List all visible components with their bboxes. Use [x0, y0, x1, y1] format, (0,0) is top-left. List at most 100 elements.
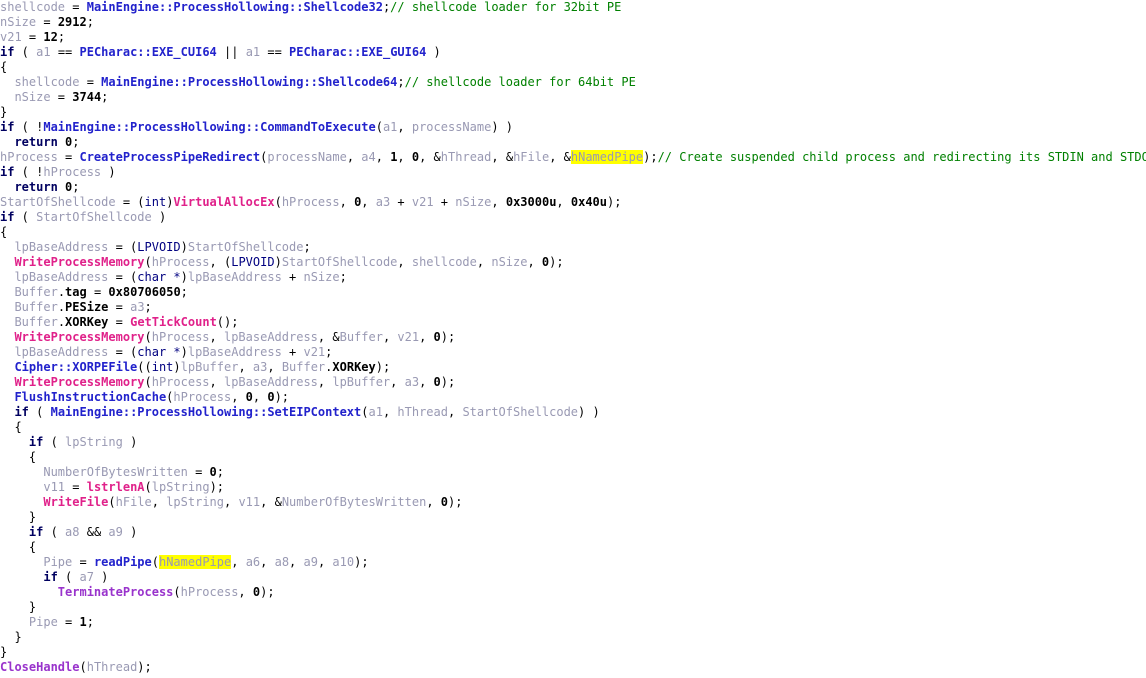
code-token: (	[108, 495, 116, 509]
code-line[interactable]: TerminateProcess(hProcess, 0);	[0, 585, 1146, 600]
code-line[interactable]: lpBaseAddress = (char *)lpBaseAddress + …	[0, 270, 1146, 285]
code-line[interactable]: WriteProcessMemory(hProcess, lpBaseAddre…	[0, 375, 1146, 390]
code-line[interactable]: if ( a7 )	[0, 570, 1146, 585]
code-token: hProcess	[151, 330, 210, 344]
code-token: )	[151, 210, 167, 224]
highlighted-token[interactable]: hNamedPipe	[570, 150, 644, 164]
code-line[interactable]: {	[0, 420, 1146, 435]
code-token: )	[180, 270, 188, 284]
code-line[interactable]: {	[0, 450, 1146, 465]
code-line[interactable]: if ( a1 == PECharac::EXE_CUI64 || a1 == …	[0, 45, 1146, 60]
code-token: {	[0, 450, 37, 464]
code-token: WriteFile	[43, 495, 109, 509]
code-token: a1	[36, 45, 51, 59]
code-line[interactable]: Cipher::XORPEFile((int)lpBuffer, a3, Buf…	[0, 360, 1146, 375]
code-token: hProcess	[151, 375, 210, 389]
code-token: ,	[390, 375, 405, 389]
code-line[interactable]: WriteFile(hFile, lpString, v11, &NumberO…	[0, 495, 1146, 510]
code-line[interactable]: WriteProcessMemory(hProcess, lpBaseAddre…	[0, 330, 1146, 345]
code-token: if	[28, 435, 44, 449]
code-token: ,	[361, 195, 376, 209]
code-token: hThread	[440, 150, 492, 164]
code-token: (	[274, 195, 282, 209]
code-line[interactable]: NumberOfBytesWritten = 0;	[0, 465, 1146, 480]
code-line[interactable]: shellcode = MainEngine::ProcessHollowing…	[0, 0, 1146, 15]
code-line[interactable]: }	[0, 105, 1146, 120]
code-token: .	[57, 285, 66, 299]
code-line[interactable]: {	[0, 60, 1146, 75]
code-line[interactable]: v11 = lstrlenA(lpString);	[0, 480, 1146, 495]
code-token: ();	[216, 315, 239, 329]
code-line[interactable]: return 0;	[0, 180, 1146, 195]
code-line[interactable]: hProcess = CreateProcessPipeRedirect(pro…	[0, 150, 1146, 165]
code-token: PECharac::EXE_GUI64	[289, 45, 427, 59]
code-token: ,	[426, 495, 441, 509]
code-token: =	[86, 285, 109, 299]
code-token: 0	[209, 465, 217, 479]
code-token: ) )	[491, 120, 514, 134]
highlighted-token[interactable]: hNamedPipe	[158, 555, 232, 569]
code-token: =	[57, 615, 80, 629]
code-token: VirtualAllocEx	[173, 195, 275, 209]
code-line[interactable]: if ( StartOfShellcode )	[0, 210, 1146, 225]
code-line[interactable]: shellcode = MainEngine::ProcessHollowing…	[0, 75, 1146, 90]
code-line[interactable]: FlushInstructionCache(hProcess, 0, 0);	[0, 390, 1146, 405]
code-token: ;	[144, 300, 152, 314]
code-token: (	[151, 555, 159, 569]
code-token: }	[0, 645, 8, 659]
code-token: );	[375, 360, 391, 374]
code-line[interactable]: }	[0, 600, 1146, 615]
code-token: Buffer	[339, 330, 383, 344]
code-line[interactable]: if ( a8 && a9 )	[0, 525, 1146, 540]
code-line[interactable]: Buffer.XORKey = GetTickCount();	[0, 315, 1146, 330]
code-line[interactable]: {	[0, 540, 1146, 555]
code-line[interactable]: Pipe = 1;	[0, 615, 1146, 630]
code-token: =	[108, 315, 131, 329]
code-token: 1	[79, 615, 87, 629]
code-token: (	[57, 570, 80, 584]
code-line[interactable]: if ( MainEngine::ProcessHollowing::SetEI…	[0, 405, 1146, 420]
code-line[interactable]: }	[0, 630, 1146, 645]
code-line[interactable]: }	[0, 645, 1146, 660]
code-token: ,	[382, 405, 398, 419]
code-token: ,	[447, 405, 463, 419]
code-line[interactable]: StartOfShellcode = (int)VirtualAllocEx(h…	[0, 195, 1146, 210]
code-line[interactable]: if ( lpString )	[0, 435, 1146, 450]
code-token: MainEngine::ProcessHollowing::Shellcode6…	[101, 75, 398, 89]
code-line[interactable]: CloseHandle(hThread);	[0, 660, 1146, 675]
code-token: // Create suspended child process and re…	[657, 150, 1146, 164]
pseudocode-view[interactable]: shellcode = MainEngine::ProcessHollowing…	[0, 0, 1146, 678]
code-token: (	[28, 405, 51, 419]
code-token: nSize	[491, 255, 528, 269]
code-token: );	[260, 585, 275, 599]
code-token: );	[137, 660, 152, 674]
code-line[interactable]: Buffer.tag = 0x80706050;	[0, 285, 1146, 300]
code-line[interactable]: WriteProcessMemory(hProcess, (LPVOID)Sta…	[0, 255, 1146, 270]
code-line[interactable]: return 0;	[0, 135, 1146, 150]
code-token: char *	[137, 345, 181, 359]
code-line[interactable]: if ( !hProcess )	[0, 165, 1146, 180]
code-line[interactable]: lpBaseAddress = (char *)lpBaseAddress + …	[0, 345, 1146, 360]
code-token: ;	[72, 135, 80, 149]
code-line[interactable]: if ( !MainEngine::ProcessHollowing::Comm…	[0, 120, 1146, 135]
code-line[interactable]: }	[0, 510, 1146, 525]
code-token: v21	[397, 330, 420, 344]
code-line[interactable]: {	[0, 225, 1146, 240]
code-token: StartOfShellcode	[187, 240, 304, 254]
code-token: (	[14, 210, 37, 224]
code-line[interactable]: nSize = 3744;	[0, 90, 1146, 105]
code-token: PESize	[65, 300, 109, 314]
code-line[interactable]: nSize = 2912;	[0, 15, 1146, 30]
code-line[interactable]: Pipe = readPipe(hNamedPipe, a6, a8, a9, …	[0, 555, 1146, 570]
code-line[interactable]: Buffer.PESize = a3;	[0, 300, 1146, 315]
code-token: lstrlenA	[86, 480, 145, 494]
code-token: tag	[65, 285, 87, 299]
code-token: lpBaseAddress	[187, 270, 282, 284]
code-token: +	[433, 195, 456, 209]
code-line[interactable]: lpBaseAddress = (LPVOID)StartOfShellcode…	[0, 240, 1146, 255]
code-line[interactable]: v21 = 12;	[0, 30, 1146, 45]
code-token: Buffer	[14, 300, 58, 314]
